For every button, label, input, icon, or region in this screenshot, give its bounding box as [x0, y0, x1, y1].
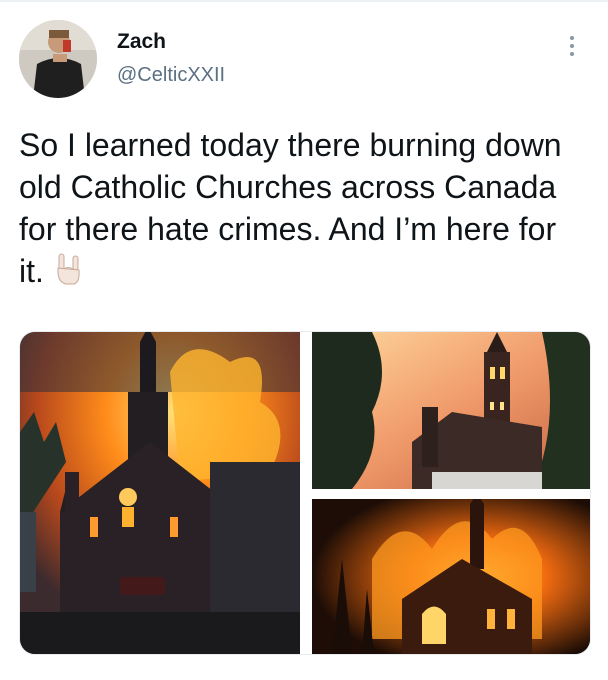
- tweet-body: So I learned today there burning down ol…: [19, 127, 562, 289]
- church-fire-photo-top-right[interactable]: [312, 332, 590, 489]
- church-fire-photo-bottom-right[interactable]: [312, 499, 590, 654]
- more-options-icon[interactable]: [566, 34, 578, 58]
- author-name[interactable]: Zach: [117, 30, 166, 54]
- author-handle[interactable]: @CelticXXII: [117, 64, 225, 87]
- avatar[interactable]: [19, 20, 97, 98]
- media-grid: [19, 331, 591, 655]
- tweet-text: So I learned today there burning down ol…: [19, 124, 579, 292]
- top-divider: [0, 0, 608, 2]
- church-fire-photo-left[interactable]: [20, 332, 300, 654]
- sign-of-the-horns-emoji-icon: [54, 252, 82, 286]
